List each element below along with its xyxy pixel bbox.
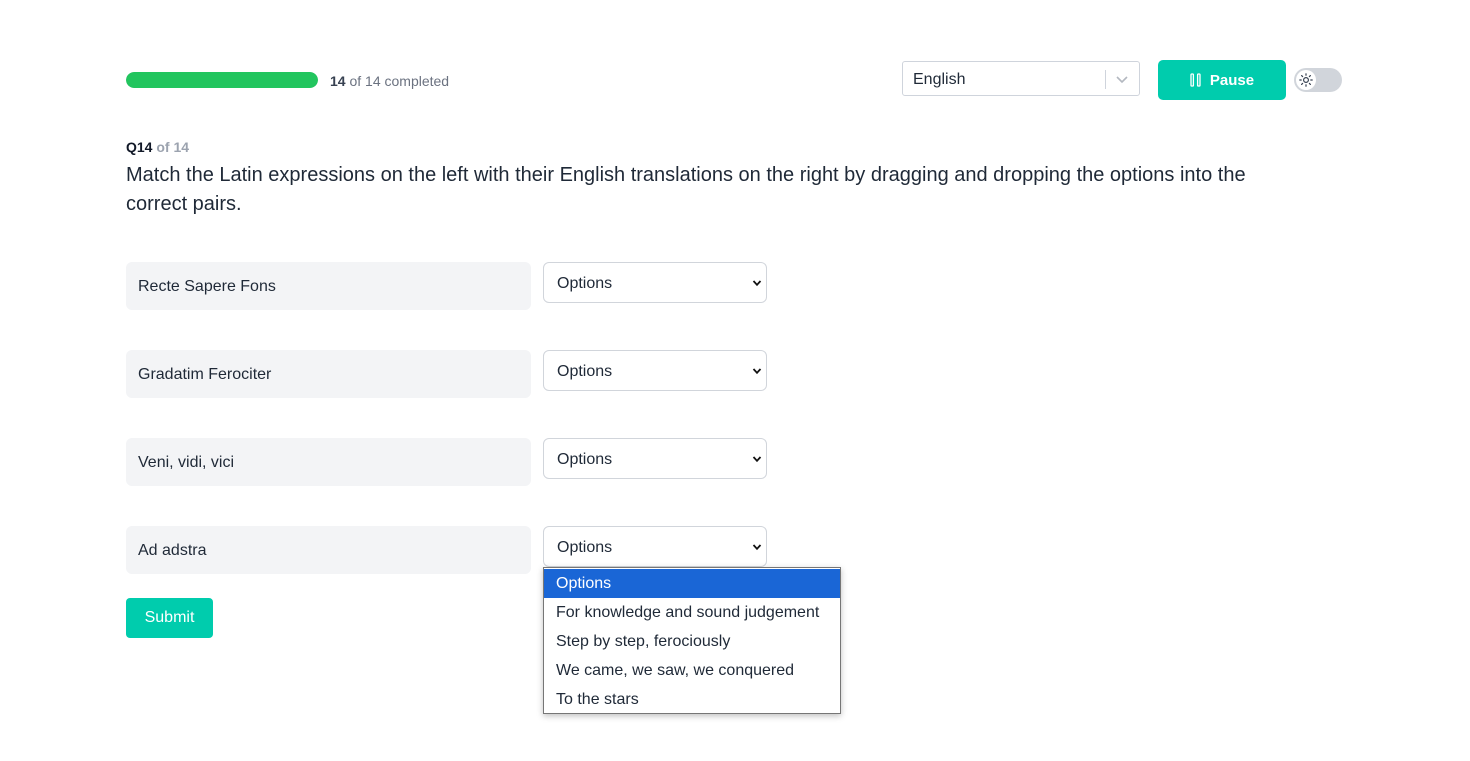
sun-icon [1299,73,1313,87]
term-box: Veni, vidi, vici [126,438,531,486]
chevron-down-icon [752,280,762,287]
chevron-down-icon[interactable] [1114,71,1130,87]
term-box: Recte Sapere Fons [126,262,531,310]
answer-select-value: Options [557,275,613,292]
chevron-down-icon [752,456,762,463]
answer-select-value: Options [557,539,613,556]
term-box: Ad adstra [126,526,531,574]
answer-select[interactable]: Options [543,350,767,391]
answer-select-value: Options [557,363,613,380]
pause-button[interactable]: Pause [1158,60,1286,100]
dropdown-option[interactable]: For knowledge and sound judgement [544,598,840,627]
answer-select-value: Options [557,451,613,468]
chevron-down-icon [752,544,762,551]
match-row: Recte Sapere Fons Options [126,262,846,310]
select-separator [1105,70,1106,89]
term-label: Ad adstra [138,542,207,559]
term-box: Gradatim Ferociter [126,350,531,398]
dropdown-option[interactable]: To the stars [544,685,840,714]
answer-select[interactable]: Options [543,262,767,303]
answer-select[interactable]: Options [543,438,767,479]
pause-label: Pause [1209,71,1255,89]
dropdown-option[interactable]: Options [544,569,840,598]
answer-select[interactable]: Options [543,526,767,567]
chevron-down-icon [752,368,762,375]
match-row: Gradatim Ferociter Options [126,350,846,398]
dropdown-option[interactable]: We came, we saw, we conquered [544,656,840,685]
term-label: Gradatim Ferociter [138,366,272,383]
question-number: Q14 of 14 [126,138,189,156]
question-index: Q14 [126,139,153,155]
progress-fill [126,72,318,88]
progress-text: 14 of 14 completed [330,72,449,90]
submit-button[interactable]: Submit [126,598,213,638]
term-label: Recte Sapere Fons [138,278,276,295]
question-text: Match the Latin expressions on the left … [126,164,1246,215]
progress-rest: of 14 completed [345,73,450,89]
language-value: English [913,71,966,88]
progress-bar [126,72,318,88]
term-label: Veni, vidi, vici [138,454,235,471]
language-select[interactable]: English [902,61,1140,96]
match-row: Veni, vidi, vici Options [126,438,846,486]
theme-toggle[interactable] [1294,68,1342,92]
options-dropdown-list: Options For knowledge and sound judgemen… [543,567,841,714]
dropdown-option[interactable]: Step by step, ferociously [544,627,840,656]
pause-icon [1190,73,1201,87]
question-total: of 14 [152,139,190,155]
progress-done: 14 [330,73,346,89]
toggle-knob [1296,70,1316,90]
quiz-page: 14 of 14 completed English Pause Q14 of … [0,0,1470,761]
